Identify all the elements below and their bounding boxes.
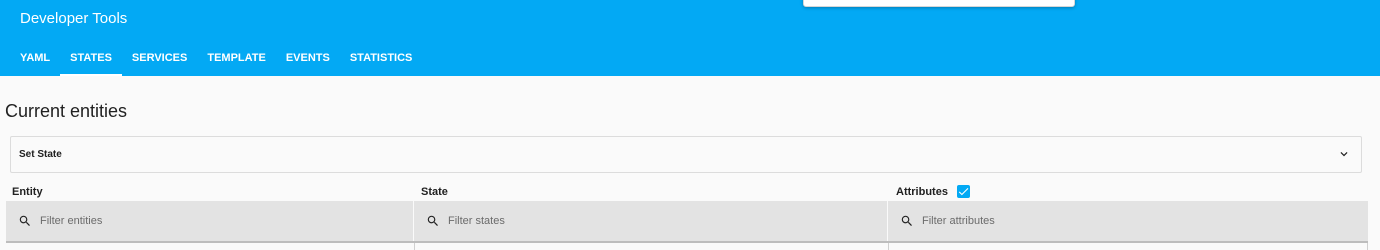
tab-yaml[interactable]: YAML [10, 40, 60, 76]
column-header-state: State [421, 186, 448, 198]
state-filter-cell [414, 201, 888, 241]
popup-box [803, 0, 1075, 7]
column-header-entity: Entity [12, 186, 43, 198]
column-header-attributes: Attributes [896, 186, 948, 198]
filter-row [6, 201, 1368, 241]
attributes-filter-cell [888, 201, 1368, 241]
entity-filter-cell [6, 201, 414, 241]
tab-template[interactable]: TEMPLATE [197, 40, 275, 76]
chevron-down-icon [1340, 152, 1348, 157]
table-divider [6, 241, 1368, 243]
entity-filter-input[interactable] [40, 210, 380, 232]
search-icon [427, 215, 438, 226]
checkmark-icon [958, 188, 969, 196]
column-divider [1367, 243, 1368, 250]
set-state-label: Set State [19, 149, 62, 160]
tab-events[interactable]: EVENTS [276, 40, 340, 76]
column-divider [414, 243, 415, 250]
column-divider [888, 243, 889, 250]
app-header: Developer Tools YAML STATES SERVICES TEM… [0, 0, 1380, 76]
set-state-expander[interactable]: Set State [10, 136, 1362, 173]
tab-states[interactable]: STATES [60, 40, 122, 76]
attributes-filter-input[interactable] [922, 210, 1262, 232]
search-icon [901, 215, 912, 226]
app-title: Developer Tools [20, 10, 128, 27]
search-icon [19, 215, 30, 226]
attributes-checkbox[interactable] [957, 185, 970, 198]
state-filter-input[interactable] [448, 210, 788, 232]
page-title: Current entities [5, 101, 128, 121]
tab-statistics[interactable]: STATISTICS [340, 40, 423, 76]
tab-bar: YAML STATES SERVICES TEMPLATE EVENTS STA… [10, 40, 422, 76]
tab-services[interactable]: SERVICES [122, 40, 197, 76]
